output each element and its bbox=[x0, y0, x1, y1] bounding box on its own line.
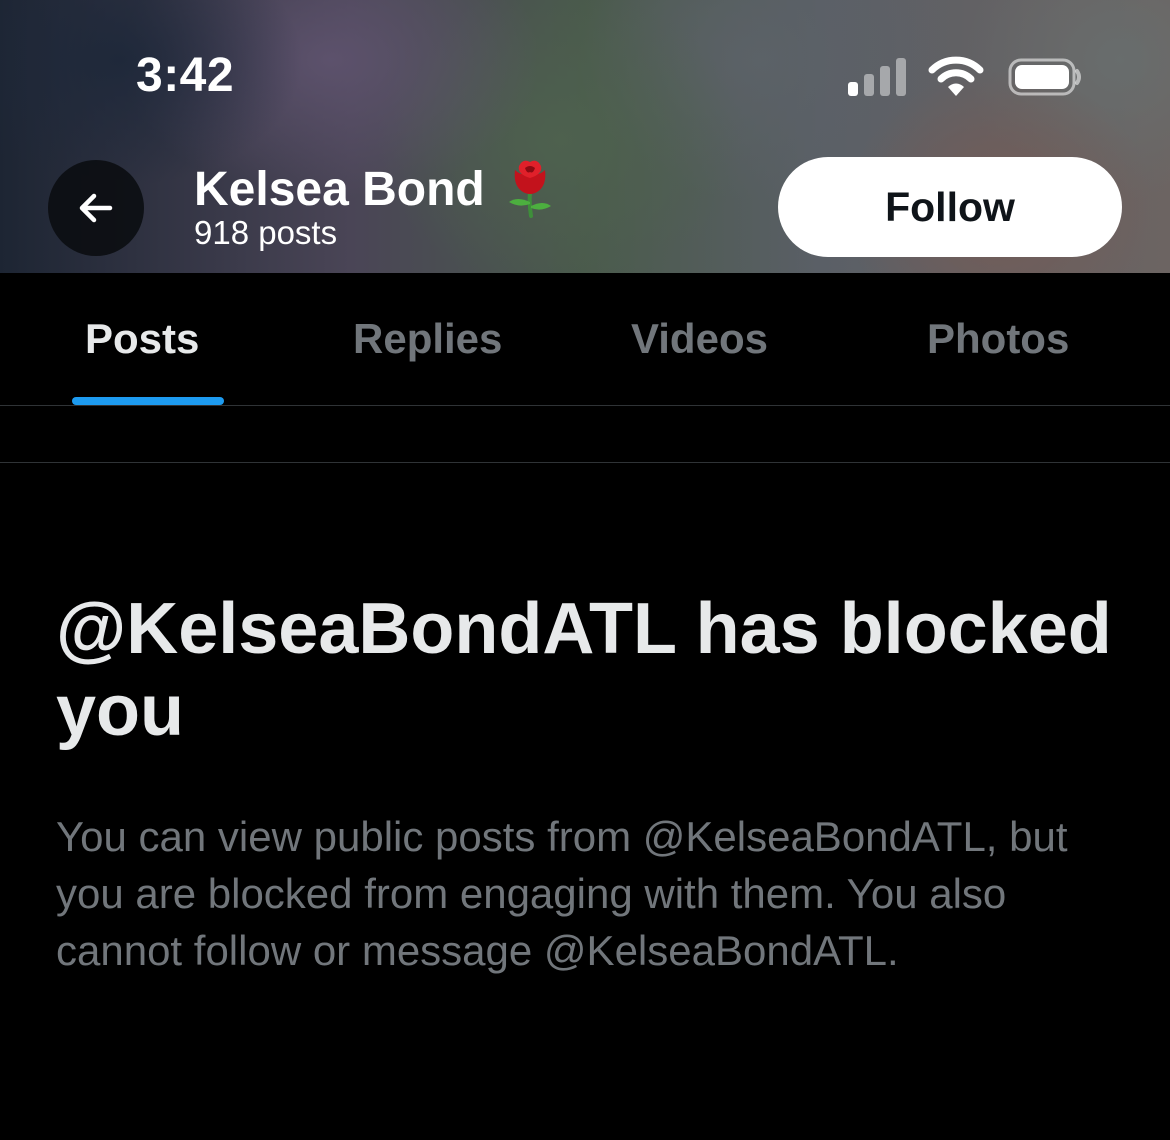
profile-header-banner: 3:42 Kelsea Bond 918 posts Follow bbox=[0, 0, 1170, 273]
active-tab-indicator bbox=[72, 397, 224, 405]
tab-replies[interactable]: Replies bbox=[353, 315, 502, 363]
battery-icon bbox=[1008, 58, 1081, 96]
wifi-icon bbox=[928, 56, 984, 96]
profile-name-row: Kelsea Bond bbox=[194, 160, 561, 218]
tab-videos[interactable]: Videos bbox=[631, 315, 768, 363]
status-time: 3:42 bbox=[136, 49, 235, 102]
content-divider bbox=[0, 462, 1170, 463]
profile-name: Kelsea Bond bbox=[194, 162, 485, 216]
blocked-title: @KelseaBondATL has blocked you bbox=[56, 589, 1112, 751]
cellular-signal-icon bbox=[848, 58, 908, 96]
follow-button[interactable]: Follow bbox=[778, 157, 1122, 257]
profile-tabs: Posts Replies Videos Photos bbox=[0, 273, 1170, 406]
back-button[interactable] bbox=[48, 160, 144, 256]
rose-icon bbox=[508, 160, 551, 218]
profile-post-count: 918 posts bbox=[194, 214, 338, 251]
tab-posts[interactable]: Posts bbox=[85, 315, 199, 363]
arrow-left-icon bbox=[79, 193, 113, 223]
blocked-description: You can view public posts from @KelseaBo… bbox=[56, 813, 1068, 974]
tab-photos[interactable]: Photos bbox=[927, 315, 1069, 363]
